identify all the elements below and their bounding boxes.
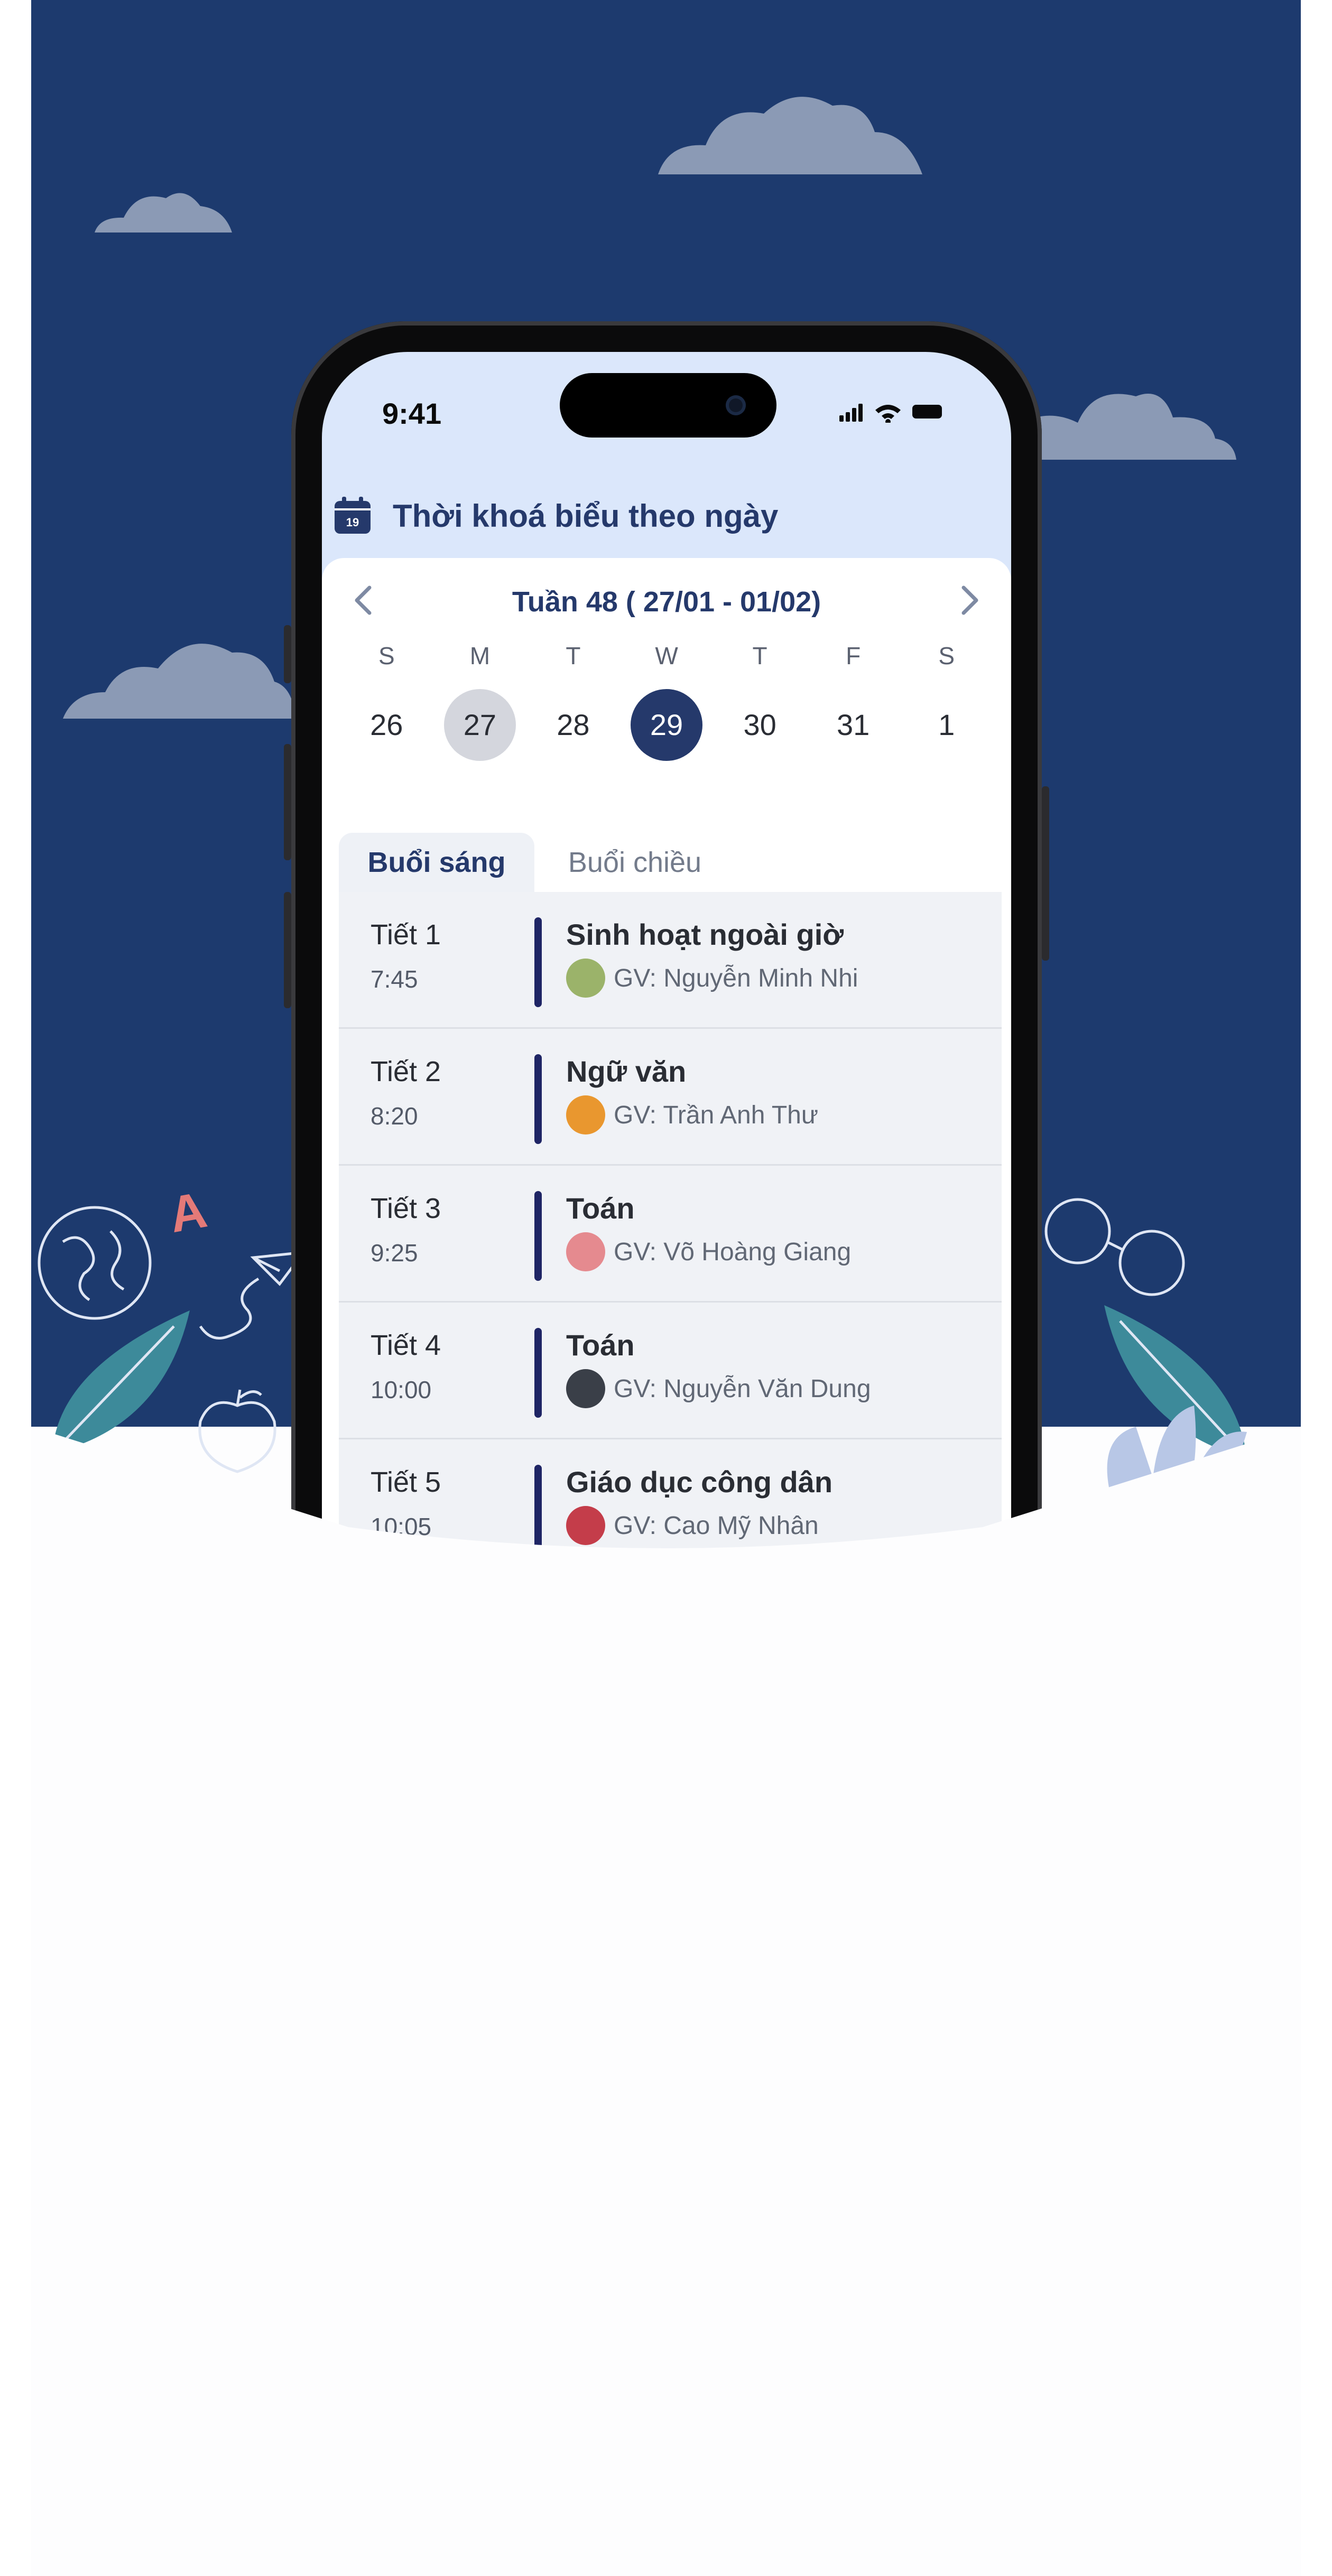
teacher-info: GV: Nguyễn Văn Dung <box>566 1369 871 1408</box>
teacher-name: GV: Nguyễn Minh Nhi <box>614 964 858 992</box>
period-name: Tiết 1 <box>371 919 441 951</box>
subject-name: Sinh hoạt ngoài giờ <box>566 918 844 951</box>
status-time: 9:41 <box>382 397 442 430</box>
battery-icon <box>912 405 942 419</box>
week-label: Tuần 48 ( 27/01 - 01/02) <box>512 586 821 618</box>
day-of-week-label: T <box>752 642 767 669</box>
signal-icon <box>839 404 863 422</box>
svg-text:19: 19 <box>346 516 359 529</box>
period-accent-bar <box>534 1054 542 1144</box>
teacher-avatar <box>566 1095 605 1134</box>
tab-afternoon[interactable]: Buổi chiều <box>534 833 735 892</box>
phone-screen: 9:41 19 Thời khoá biểu theo ngày Tuần 48… <box>322 352 1011 1589</box>
cloud-decoration <box>95 193 232 233</box>
paper-plane-doodle <box>199 1250 306 1340</box>
teacher-name: GV: Nguyễn Văn Dung <box>614 1374 871 1403</box>
day-of-week-label: F <box>846 642 861 669</box>
app-header: 19 Thời khoá biểu theo ngày <box>332 495 778 537</box>
day-of-week-label: S <box>938 642 955 669</box>
period-row[interactable]: Tiết 2 8:20 Ngữ văn GV: Trần Anh Thư <box>339 1029 1002 1166</box>
day-column: T 30 <box>713 637 807 761</box>
phone-side-button <box>284 744 291 860</box>
phone-side-button <box>284 625 291 683</box>
day-column: W 29 <box>620 637 714 761</box>
teacher-info: GV: Võ Hoàng Giang <box>566 1232 851 1271</box>
teacher-name: GV: Võ Hoàng Giang <box>614 1238 852 1266</box>
period-time: 9:25 <box>371 1239 418 1267</box>
camera-icon <box>726 395 746 415</box>
date-cell-selected[interactable]: 29 <box>631 689 703 761</box>
period-time: 8:20 <box>371 1102 418 1130</box>
date-cell-today[interactable]: 27 <box>443 689 516 761</box>
period-row[interactable]: Tiết 3 9:25 Toán GV: Võ Hoàng Giang <box>339 1166 1002 1303</box>
day-of-week-label: M <box>469 642 491 669</box>
tab-morning[interactable]: Buổi sáng <box>339 833 534 892</box>
date-cell[interactable]: 31 <box>817 689 889 761</box>
calendar-icon: 19 <box>335 497 371 534</box>
period-row[interactable]: Tiết 4 10:00 Toán GV: Nguyễn Văn Dung <box>339 1303 1002 1439</box>
day-column: S 1 <box>900 637 993 761</box>
period-name: Tiết 3 <box>371 1193 441 1224</box>
day-column: M 27 <box>433 637 527 761</box>
teacher-avatar <box>566 1232 605 1271</box>
session-tabs: Buổi sáng Buổi chiều <box>339 833 1002 894</box>
glasses-doodle <box>1044 1198 1185 1296</box>
dynamic-island <box>560 373 776 438</box>
teacher-info: GV: Nguyễn Minh Nhi <box>566 959 858 998</box>
teacher-avatar <box>566 959 605 998</box>
week-navigator: Tuần 48 ( 27/01 - 01/02) <box>322 574 1011 627</box>
period-name: Tiết 2 <box>371 1056 441 1087</box>
teacher-name: GV: Trần Anh Thư <box>614 1101 818 1129</box>
date-cell[interactable]: 1 <box>911 689 983 761</box>
date-cell[interactable]: 28 <box>537 689 609 761</box>
day-column: F 31 <box>807 637 900 761</box>
period-row[interactable]: Tiết 1 7:45 Sinh hoạt ngoài giờ GV: Nguy… <box>339 892 1002 1029</box>
phone-side-button <box>284 892 291 1008</box>
subject-name: Toán <box>566 1328 635 1362</box>
period-time: 7:45 <box>371 965 418 993</box>
period-time: 10:00 <box>371 1376 432 1403</box>
next-week-button[interactable] <box>950 580 990 620</box>
page-title: Thời khoá biểu theo ngày <box>393 498 779 534</box>
date-cell[interactable]: 30 <box>724 689 796 761</box>
cloud-decoration <box>63 644 295 719</box>
period-accent-bar <box>534 1328 542 1418</box>
date-cell[interactable]: 26 <box>350 689 422 761</box>
teacher-avatar <box>566 1369 605 1408</box>
subject-name: Ngữ văn <box>566 1055 687 1088</box>
week-days: S 26 M 27 T 28 W 29 T 30 F 31 S 1 <box>340 637 993 761</box>
phone-frame: 9:41 19 Thời khoá biểu theo ngày Tuần 48… <box>284 321 1049 1589</box>
subject-name: Toán <box>566 1192 635 1225</box>
day-of-week-label: T <box>566 642 581 669</box>
bottom-wave-overlay <box>31 1427 1301 2576</box>
period-accent-bar <box>534 917 542 1007</box>
day-column: T 28 <box>526 637 620 761</box>
wifi-icon <box>875 405 901 423</box>
day-column: S 26 <box>340 637 433 761</box>
status-icons <box>839 404 942 423</box>
period-name: Tiết 4 <box>371 1329 441 1361</box>
chevron-right-icon <box>961 585 978 615</box>
cloud-decoration <box>658 97 922 174</box>
teacher-info: GV: Trần Anh Thư <box>566 1095 818 1134</box>
phone-side-button <box>1042 786 1049 961</box>
period-accent-bar <box>534 1191 542 1281</box>
cloud-decoration <box>1035 394 1236 460</box>
day-of-week-label: S <box>378 642 395 669</box>
day-of-week-label: W <box>655 642 678 669</box>
